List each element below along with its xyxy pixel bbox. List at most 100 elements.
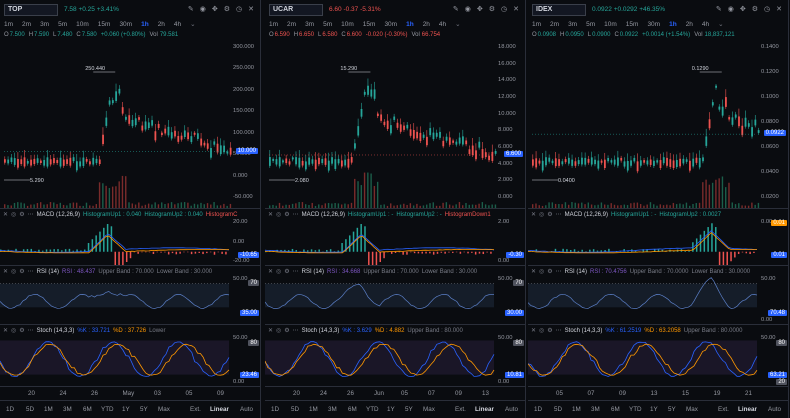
bell-icon[interactable]: ◉ (200, 6, 208, 13)
range-button-auto[interactable]: Auto (240, 406, 253, 413)
timeframe-30m[interactable]: 30m (119, 21, 132, 28)
range-button-ext[interactable]: Ext. (190, 406, 201, 413)
indicator-pane-macd[interactable]: ✕ ◎ ⚙ ⋯ MACD (12,26,9) HistogramUp1 : - Histog… (265, 208, 525, 266)
timeframe-4h[interactable]: 4h (439, 21, 446, 28)
price-chart[interactable]: 0.1290 0.0400 (528, 40, 788, 210)
range-button-ytd[interactable]: YTD (101, 406, 114, 413)
bell-icon[interactable]: ◉ (465, 6, 473, 13)
range-button-1m[interactable]: 1M (44, 406, 53, 413)
close-icon[interactable]: ✕ (248, 6, 256, 13)
range-button-6m[interactable]: 6M (348, 406, 357, 413)
settings-icon[interactable]: ⚙ (224, 6, 232, 13)
range-button-linear[interactable]: Linear (738, 406, 757, 413)
price-chart[interactable]: 15.290 2.080 (265, 40, 525, 210)
timeframe-5m[interactable]: 5m (58, 21, 67, 28)
symbol-search-input[interactable]: IDEX (532, 4, 586, 16)
indicator-pane-stoch[interactable]: ✕ ◎ ⚙ ⋯ Stoch (14,3,3) %K : 33.721 %D : 37.726… (0, 324, 260, 386)
crosshair-icon[interactable]: ✥ (740, 6, 748, 13)
timeframe-1m[interactable]: 1m (269, 21, 278, 28)
range-button-1y[interactable]: 1Y (387, 406, 395, 413)
range-button-ext[interactable]: Ext. (455, 406, 466, 413)
settings-icon[interactable]: ⚙ (489, 6, 497, 13)
range-button-linear[interactable]: Linear (475, 406, 494, 413)
timeframe-4h[interactable]: 4h (174, 21, 181, 28)
time-axis[interactable]: 05 07 09 13 15 19 21 (528, 386, 788, 400)
timeframe-2m[interactable]: 2m (550, 21, 559, 28)
timeframe-1h[interactable]: 1h (669, 21, 677, 28)
range-button-5d[interactable]: 5D (554, 406, 562, 413)
timeframe-30m[interactable]: 30m (384, 21, 397, 28)
timeframe-1h[interactable]: 1h (406, 21, 414, 28)
timeframe-dropdown-icon[interactable]: ⌄ (190, 21, 195, 28)
range-button-max[interactable]: Max (158, 406, 170, 413)
pencil-icon[interactable]: ✎ (453, 6, 461, 13)
timeframe-1h[interactable]: 1h (141, 21, 149, 28)
timeframe-10m[interactable]: 10m (604, 21, 617, 28)
timeframe-2h[interactable]: 2h (158, 21, 165, 28)
timeframe-3m[interactable]: 3m (568, 21, 577, 28)
timeframe-10m[interactable]: 10m (341, 21, 354, 28)
range-button-6m[interactable]: 6M (611, 406, 620, 413)
range-button-max[interactable]: Max (423, 406, 435, 413)
range-button-1m[interactable]: 1M (572, 406, 581, 413)
range-button-3m[interactable]: 3M (591, 406, 600, 413)
indicator-pane-stoch[interactable]: ✕ ◎ ⚙ ⋯ Stoch (14,3,3) %K : 3.629 %D : 4.882 Up… (265, 324, 525, 386)
camera-icon[interactable]: ◷ (501, 6, 509, 13)
timeframe-5m[interactable]: 5m (323, 21, 332, 28)
pencil-icon[interactable]: ✎ (188, 6, 196, 13)
range-button-1y[interactable]: 1Y (122, 406, 130, 413)
timeframe-3m[interactable]: 3m (305, 21, 314, 28)
timeframe-15m[interactable]: 15m (98, 21, 111, 28)
range-button-ext[interactable]: Ext. (718, 406, 729, 413)
range-button-auto[interactable]: Auto (768, 406, 781, 413)
time-axis[interactable]: 20 24 26 May 03 05 09 (0, 386, 260, 400)
crosshair-icon[interactable]: ✥ (477, 6, 485, 13)
bell-icon[interactable]: ◉ (728, 6, 736, 13)
range-button-max[interactable]: Max (686, 406, 698, 413)
range-button-3m[interactable]: 3M (63, 406, 72, 413)
range-button-1d[interactable]: 1D (271, 406, 279, 413)
camera-icon[interactable]: ◷ (236, 6, 244, 13)
timeframe-5m[interactable]: 5m (586, 21, 595, 28)
close-icon[interactable]: ✕ (776, 6, 784, 13)
indicator-pane-rsi[interactable]: ✕ ◎ ⚙ ⋯ RSI (14) RSI : 34.668 Upper Band : 70.… (265, 265, 525, 324)
timeframe-30m[interactable]: 30m (647, 21, 660, 28)
range-button-1m[interactable]: 1M (309, 406, 318, 413)
range-button-5d[interactable]: 5D (26, 406, 34, 413)
indicator-pane-rsi[interactable]: ✕ ◎ ⚙ ⋯ RSI (14) RSI : 70.4756 Upper Band : 70… (528, 265, 788, 324)
timeframe-10m[interactable]: 10m (76, 21, 89, 28)
price-axis[interactable]: 18.000 16.000 14.000 12.000 10.000 8.000 6.000… (496, 44, 525, 204)
close-icon[interactable]: ✕ (513, 6, 521, 13)
range-button-linear[interactable]: Linear (210, 406, 229, 413)
symbol-search-input[interactable]: UCAR (269, 4, 323, 16)
range-button-5d[interactable]: 5D (291, 406, 299, 413)
timeframe-2h[interactable]: 2h (423, 21, 430, 28)
range-button-ytd[interactable]: YTD (366, 406, 379, 413)
range-button-5y[interactable]: 5Y (668, 406, 676, 413)
indicator-pane-stoch[interactable]: ✕ ◎ ⚙ ⋯ Stoch (14,3,3) %K : 61.2519 %D : 63.20… (528, 324, 788, 386)
price-axis[interactable]: 300.000 250.000 200.000 150.000 100.000 50.00… (231, 44, 260, 204)
timeframe-dropdown-icon[interactable]: ⌄ (455, 21, 460, 28)
time-axis[interactable]: 20 24 26 Jun 05 07 09 13 (265, 386, 525, 400)
range-button-5y[interactable]: 5Y (405, 406, 413, 413)
settings-icon[interactable]: ⚙ (752, 6, 760, 13)
timeframe-dropdown-icon[interactable]: ⌄ (718, 21, 723, 28)
symbol-search-input[interactable]: TOP (4, 4, 58, 16)
range-button-ytd[interactable]: YTD (629, 406, 642, 413)
timeframe-2h[interactable]: 2h (686, 21, 693, 28)
indicator-pane-rsi[interactable]: ✕ ◎ ⚙ ⋯ RSI (14) RSI : 48.437 Upper Band : 70.… (0, 265, 260, 324)
crosshair-icon[interactable]: ✥ (212, 6, 220, 13)
timeframe-2m[interactable]: 2m (287, 21, 296, 28)
range-button-5y[interactable]: 5Y (140, 406, 148, 413)
range-button-1y[interactable]: 1Y (650, 406, 658, 413)
timeframe-1m[interactable]: 1m (532, 21, 541, 28)
pencil-icon[interactable]: ✎ (716, 6, 724, 13)
timeframe-4h[interactable]: 4h (702, 21, 709, 28)
timeframe-2m[interactable]: 2m (22, 21, 31, 28)
camera-icon[interactable]: ◷ (764, 6, 772, 13)
range-button-auto[interactable]: Auto (505, 406, 518, 413)
range-button-1d[interactable]: 1D (534, 406, 542, 413)
price-chart[interactable]: 250.440 5.290 (0, 40, 260, 210)
range-button-6m[interactable]: 6M (83, 406, 92, 413)
price-axis[interactable]: 0.1400 0.1200 0.1000 0.0800 0.0600 0.0400 0.02… (759, 44, 788, 204)
